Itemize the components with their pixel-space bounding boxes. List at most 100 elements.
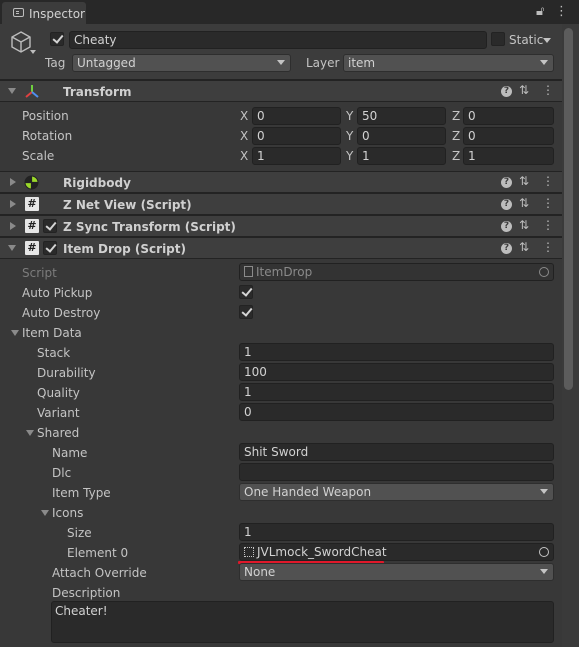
tag-dropdown[interactable]: Untagged: [72, 54, 291, 72]
position-y-input[interactable]: 50: [357, 107, 446, 125]
durability-input[interactable]: 100: [239, 363, 554, 381]
help-icon[interactable]: ?: [501, 86, 512, 97]
chevron-down-icon: [540, 60, 548, 65]
fold-right-icon[interactable]: [10, 178, 16, 186]
position-z-input[interactable]: 0: [463, 107, 554, 125]
item-type-value: One Handed Weapon: [244, 485, 372, 499]
stack-input[interactable]: 1: [239, 343, 554, 361]
scale-x-input[interactable]: 1: [252, 147, 341, 165]
chevron-down-icon: [540, 569, 548, 574]
static-dropdown-arrow-icon[interactable]: [543, 38, 551, 43]
size-input[interactable]: 1: [239, 523, 554, 541]
script-field[interactable]: ItemDrop: [239, 263, 554, 281]
name-input[interactable]: Shit Sword: [239, 443, 554, 461]
size-label: Size: [67, 526, 92, 540]
preset-sliders-icon[interactable]: ⇅: [519, 240, 529, 254]
itemdrop-header[interactable]: # Item Drop (Script) ? ⇅ ⋮: [0, 237, 562, 259]
quality-input[interactable]: 1: [239, 383, 554, 401]
shared-fold-icon[interactable]: [26, 430, 34, 436]
more-vert-icon[interactable]: ⋮: [542, 218, 554, 232]
auto-destroy-checkbox[interactable]: [239, 305, 253, 319]
zsync-header[interactable]: # Z Sync Transform (Script) ? ⇅ ⋮: [0, 215, 562, 237]
shared-label[interactable]: Shared: [37, 426, 79, 440]
preset-sliders-icon[interactable]: ⇅: [519, 218, 529, 232]
fold-down-icon[interactable]: [8, 88, 16, 94]
more-vert-icon[interactable]: ⋮: [555, 4, 568, 19]
sprite-icon: [244, 547, 254, 557]
script-hash-icon: #: [25, 219, 39, 233]
lock-icon[interactable]: 🔓︎: [536, 4, 544, 19]
help-icon[interactable]: ?: [501, 221, 512, 232]
item-type-dropdown[interactable]: One Handed Weapon: [239, 483, 554, 501]
fold-right-icon[interactable]: [10, 222, 16, 230]
icon-dropdown-arrow-icon[interactable]: [30, 50, 36, 54]
element0-label: Element 0: [67, 546, 129, 560]
transform-header[interactable]: Transform ? ⇅ ⋮: [0, 80, 562, 102]
zsync-enabled-checkbox[interactable]: [43, 219, 57, 233]
rotation-y-input[interactable]: 0: [357, 127, 446, 145]
axis-y-label: Y: [346, 109, 354, 123]
scale-z-input[interactable]: 1: [463, 147, 554, 165]
object-name-input[interactable]: Cheaty: [69, 31, 487, 49]
more-vert-icon[interactable]: ⋮: [542, 240, 554, 254]
description-label: Description: [52, 586, 121, 600]
tag-label: Tag: [45, 56, 66, 70]
script-hash-icon: #: [25, 241, 39, 255]
scrollbar-thumb[interactable]: [564, 28, 573, 390]
rigidbody-ball-icon: [24, 175, 39, 190]
tab-inspector[interactable]: Inspector: [2, 2, 86, 24]
more-vert-icon[interactable]: ⋮: [542, 196, 554, 210]
axis-y-label: Y: [346, 149, 354, 163]
help-icon[interactable]: ?: [501, 243, 512, 254]
preset-sliders-icon[interactable]: ⇅: [519, 174, 529, 188]
rotation-z-input[interactable]: 0: [463, 127, 554, 145]
object-picker-icon[interactable]: [539, 547, 549, 557]
auto-destroy-label: Auto Destroy: [22, 306, 101, 320]
preset-sliders-icon[interactable]: ⇅: [519, 196, 529, 210]
variant-input[interactable]: 0: [239, 403, 554, 421]
fold-down-icon[interactable]: [8, 245, 16, 251]
transform-axes-icon: [25, 85, 39, 98]
help-icon[interactable]: ?: [501, 199, 512, 210]
script-hash-icon: #: [25, 197, 39, 211]
attach-override-dropdown[interactable]: None: [239, 563, 554, 581]
dlc-input[interactable]: [239, 463, 554, 481]
durability-label: Durability: [37, 366, 96, 380]
auto-pickup-checkbox[interactable]: [239, 285, 253, 299]
object-picker-icon[interactable]: [539, 267, 549, 277]
fold-right-icon[interactable]: [10, 200, 16, 208]
help-icon[interactable]: ?: [501, 177, 512, 188]
itemdrop-enabled-checkbox[interactable]: [43, 241, 57, 255]
tag-value: Untagged: [77, 56, 136, 70]
layer-dropdown[interactable]: item: [343, 54, 554, 72]
itemdrop-title: Item Drop (Script): [63, 242, 186, 256]
position-x-input[interactable]: 0: [252, 107, 341, 125]
active-checkbox[interactable]: [50, 32, 64, 46]
item-data-fold-icon[interactable]: [11, 330, 19, 336]
item-data-label[interactable]: Item Data: [22, 326, 82, 340]
static-checkbox[interactable]: [491, 32, 505, 46]
rigidbody-header[interactable]: Rigidbody ? ⇅ ⋮: [0, 171, 562, 193]
scale-y-input[interactable]: 1: [357, 147, 446, 165]
icons-fold-icon[interactable]: [41, 510, 49, 516]
tab-label: Inspector: [29, 7, 85, 21]
preset-sliders-icon[interactable]: ⇅: [519, 83, 529, 97]
icons-label[interactable]: Icons: [52, 506, 83, 520]
stack-label: Stack: [37, 346, 71, 360]
rotation-x-input[interactable]: 0: [252, 127, 341, 145]
quality-label: Quality: [37, 386, 80, 400]
znetview-header[interactable]: # Z Net View (Script) ? ⇅ ⋮: [0, 193, 562, 215]
element0-field[interactable]: JVLmock_SwordCheat: [239, 543, 554, 561]
more-vert-icon[interactable]: ⋮: [542, 83, 554, 97]
attach-override-value: None: [244, 565, 276, 579]
more-vert-icon[interactable]: ⋮: [542, 174, 554, 188]
axis-x-label: X: [240, 149, 249, 163]
tab-bar: [0, 0, 579, 24]
script-value: ItemDrop: [256, 265, 313, 279]
description-textarea[interactable]: Cheater!: [51, 601, 554, 643]
rotation-label: Rotation: [22, 129, 73, 143]
axis-x-label: X: [240, 109, 249, 123]
axis-y-label: Y: [346, 129, 354, 143]
rigidbody-title: Rigidbody: [63, 176, 131, 190]
chevron-down-icon: [540, 489, 548, 494]
